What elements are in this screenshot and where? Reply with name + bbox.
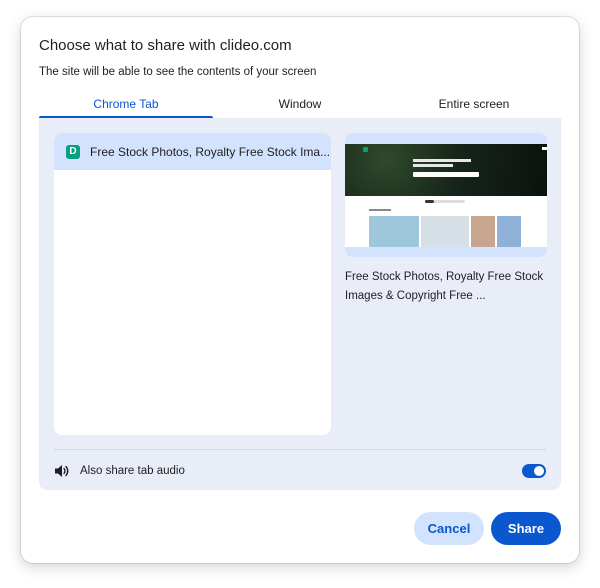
dialog-title: Choose what to share with clideo.com [39, 37, 292, 54]
share-audio-toggle[interactable] [522, 464, 546, 478]
tab-preview [345, 133, 547, 257]
audio-row: Also share tab audio [54, 458, 546, 484]
tab-window[interactable]: Window [213, 93, 387, 118]
speaker-icon [54, 464, 71, 478]
tab-panel: D Free Stock Photos, Royalty Free Stock … [39, 118, 561, 490]
site-favicon-icon: D [66, 144, 80, 159]
list-item-title: Free Stock Photos, Royalty Free Stock Im… [90, 144, 331, 159]
source-tabs: Chrome Tab Window Entire screen [39, 93, 561, 118]
cancel-button[interactable]: Cancel [414, 512, 484, 545]
share-dialog: Choose what to share with clideo.com The… [21, 17, 579, 563]
dialog-subtitle: The site will be able to see the content… [39, 66, 317, 78]
list-item[interactable]: D Free Stock Photos, Royalty Free Stock … [54, 133, 331, 170]
preview-thumbnail [345, 144, 547, 247]
share-button[interactable]: Share [491, 512, 561, 545]
preview-title: Free Stock Photos, Royalty Free Stock Im… [345, 271, 544, 302]
divider [54, 449, 546, 450]
tab-list: D Free Stock Photos, Royalty Free Stock … [54, 133, 331, 435]
tab-entire-screen[interactable]: Entire screen [387, 93, 561, 118]
audio-label: Also share tab audio [80, 465, 185, 477]
tab-chrome-tab[interactable]: Chrome Tab [39, 93, 213, 118]
